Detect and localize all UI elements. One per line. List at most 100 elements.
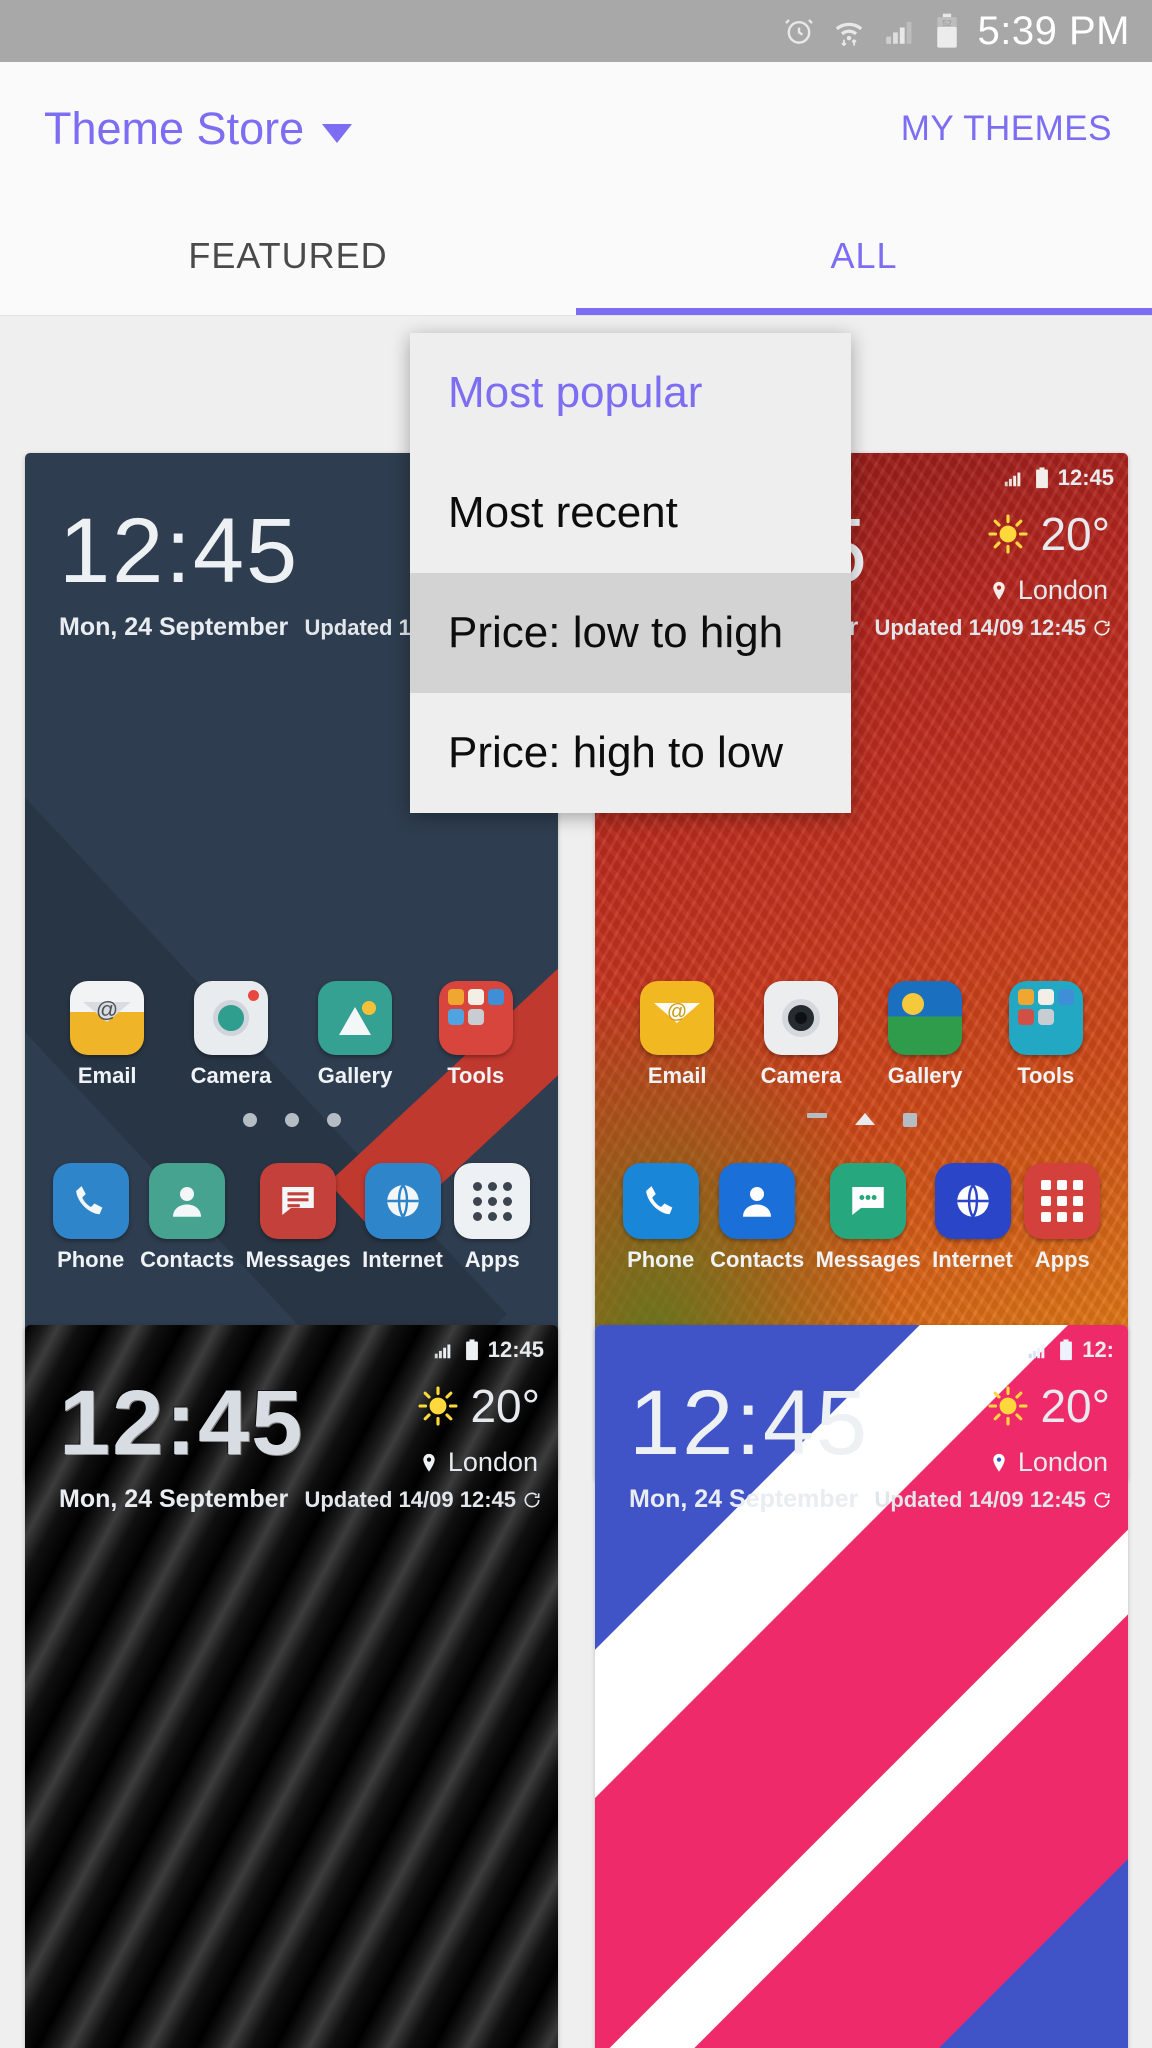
preview-clock: 12:45 (59, 1372, 305, 1474)
signal-icon (434, 1344, 451, 1359)
messages-icon (830, 1163, 907, 1239)
page-indicator-dots (25, 1113, 558, 1127)
sun-icon (988, 1386, 1028, 1426)
dock-label: Contacts (140, 1247, 235, 1272)
app-item: @ Email (70, 981, 145, 1089)
theme-card[interactable]: 12: 12:45 Mon, 24 September 20° London U… (595, 1325, 1128, 2048)
svg-text:52: 52 (942, 18, 952, 28)
preview-app-row: @ Email Camera Gallery Tools (25, 981, 558, 1089)
preview-status-bar: 12:45 (1000, 465, 1114, 491)
dock-item: Phone (52, 1163, 129, 1273)
dock-item: Internet (362, 1163, 443, 1273)
dock-item: Contacts (140, 1163, 234, 1273)
phone-icon (52, 1163, 129, 1239)
sort-option-label: Price: high to low (448, 728, 784, 777)
sort-option-label: Most popular (448, 368, 703, 417)
gallery-icon (888, 981, 963, 1055)
sort-option-most-recent[interactable]: Most recent (410, 453, 851, 573)
dock-item: Contacts (710, 1163, 804, 1273)
preview-date: Mon, 24 September (629, 1485, 859, 1513)
wifi-icon (832, 14, 866, 48)
camera-icon (763, 981, 838, 1055)
page-dot (902, 1113, 917, 1127)
svg-text:@: @ (667, 1001, 687, 1023)
theme-preview-image: 12:45 12:45 Mon, 24 September 20° (25, 1325, 558, 2048)
preview-clock: 12:45 (629, 1372, 870, 1474)
app-item: Gallery (317, 981, 393, 1089)
apps-grid-icon (454, 1163, 531, 1239)
preview-location: London (988, 575, 1108, 606)
page-dot (326, 1113, 341, 1127)
app-label: Gallery (317, 1063, 393, 1088)
tab-all-label: ALL (830, 234, 898, 276)
dock-label: Internet (932, 1247, 1013, 1272)
alarm-icon (782, 14, 816, 48)
dock-item: Messages (816, 1163, 921, 1273)
internet-icon (364, 1163, 441, 1239)
sort-option-label: Price: low to high (448, 608, 784, 657)
preview-location-label: London (1017, 575, 1108, 605)
preview-status-time: 12: (1082, 1337, 1114, 1362)
location-pin-icon (993, 1453, 1005, 1472)
preview-updated-label: Updated 14/09 12:45 (304, 1487, 516, 1512)
battery-icon (1035, 467, 1048, 489)
tab-featured[interactable]: FEATURED (0, 196, 576, 315)
preview-temperature: 20° (470, 1380, 540, 1432)
tab-featured-label: FEATURED (188, 234, 388, 276)
theme-card[interactable]: 12:45 12:45 Mon, 24 September 20° (25, 1325, 558, 2048)
dock-label: Phone (627, 1247, 695, 1272)
sort-dropdown-menu[interactable]: Most popular Most recent Price: low to h… (410, 333, 851, 813)
email-icon: @ (70, 981, 145, 1055)
tools-folder-icon (438, 981, 513, 1055)
internet-icon (934, 1163, 1011, 1239)
tab-bar: FEATURED ALL (0, 196, 1152, 316)
my-themes-button[interactable]: MY THEMES (901, 109, 1112, 149)
dock-item: Phone (622, 1163, 699, 1273)
svg-text:@: @ (96, 998, 118, 1022)
battery-icon (465, 1339, 478, 1361)
contacts-icon (149, 1163, 226, 1239)
app-label: Email (647, 1063, 707, 1088)
app-item: Camera (760, 981, 842, 1089)
dock-label: Contacts (710, 1247, 805, 1272)
preview-temperature: 20° (1040, 1380, 1110, 1432)
preview-updated: Updated 14/09 12:45 (874, 1487, 1112, 1513)
sort-option-price-low-to-high[interactable]: Price: low to high (410, 573, 851, 693)
preview-app-row: @ Email Camera Gallery Tools (595, 981, 1128, 1089)
page-dot (284, 1113, 299, 1127)
apps-grid-icon (1024, 1163, 1101, 1239)
page-dot (806, 1113, 827, 1118)
phone-icon (622, 1163, 699, 1239)
signal-icon (1004, 472, 1021, 487)
chevron-down-icon[interactable] (322, 123, 353, 143)
preview-date: Mon, 24 September (59, 1485, 289, 1513)
status-bar: 52 5:39 PM (0, 0, 1152, 62)
tools-folder-icon (1008, 981, 1083, 1055)
theme-store-dropdown-trigger[interactable]: Theme Store (44, 103, 353, 155)
dock-label: Phone (57, 1247, 125, 1272)
app-label: Camera (760, 1063, 842, 1088)
app-item: Camera (191, 981, 271, 1089)
preview-updated: Updated 14/09 12:45 (874, 615, 1112, 641)
app-label: Email (77, 1063, 137, 1088)
sort-option-price-high-to-low[interactable]: Price: high to low (410, 693, 851, 813)
preview-status-bar: 12:45 (430, 1337, 544, 1363)
dock-label: Internet (362, 1247, 443, 1272)
preview-updated-label: Updated 14/09 12:45 (874, 615, 1086, 640)
preview-clock: 12:45 (59, 500, 300, 602)
preview-updated: Updated 14/09 12:45 (304, 1487, 542, 1513)
dock-item: Messages (246, 1163, 351, 1273)
sort-option-most-popular[interactable]: Most popular (410, 333, 851, 453)
app-label: Gallery (887, 1063, 963, 1088)
screen-root: 52 5:39 PM Theme Store MY THEMES FEATURE… (0, 0, 1152, 2048)
preview-status-time: 12:45 (1057, 465, 1114, 490)
preview-location-label: London (1017, 1447, 1108, 1477)
page-title: Theme Store (44, 103, 305, 154)
tab-all[interactable]: ALL (576, 196, 1152, 315)
tab-active-indicator (576, 308, 1152, 315)
sort-option-label: Most recent (448, 488, 678, 537)
dock-label: Messages (245, 1247, 351, 1272)
page-dot (242, 1113, 257, 1127)
preview-location: London (988, 1447, 1108, 1478)
signal-icon (882, 14, 916, 48)
